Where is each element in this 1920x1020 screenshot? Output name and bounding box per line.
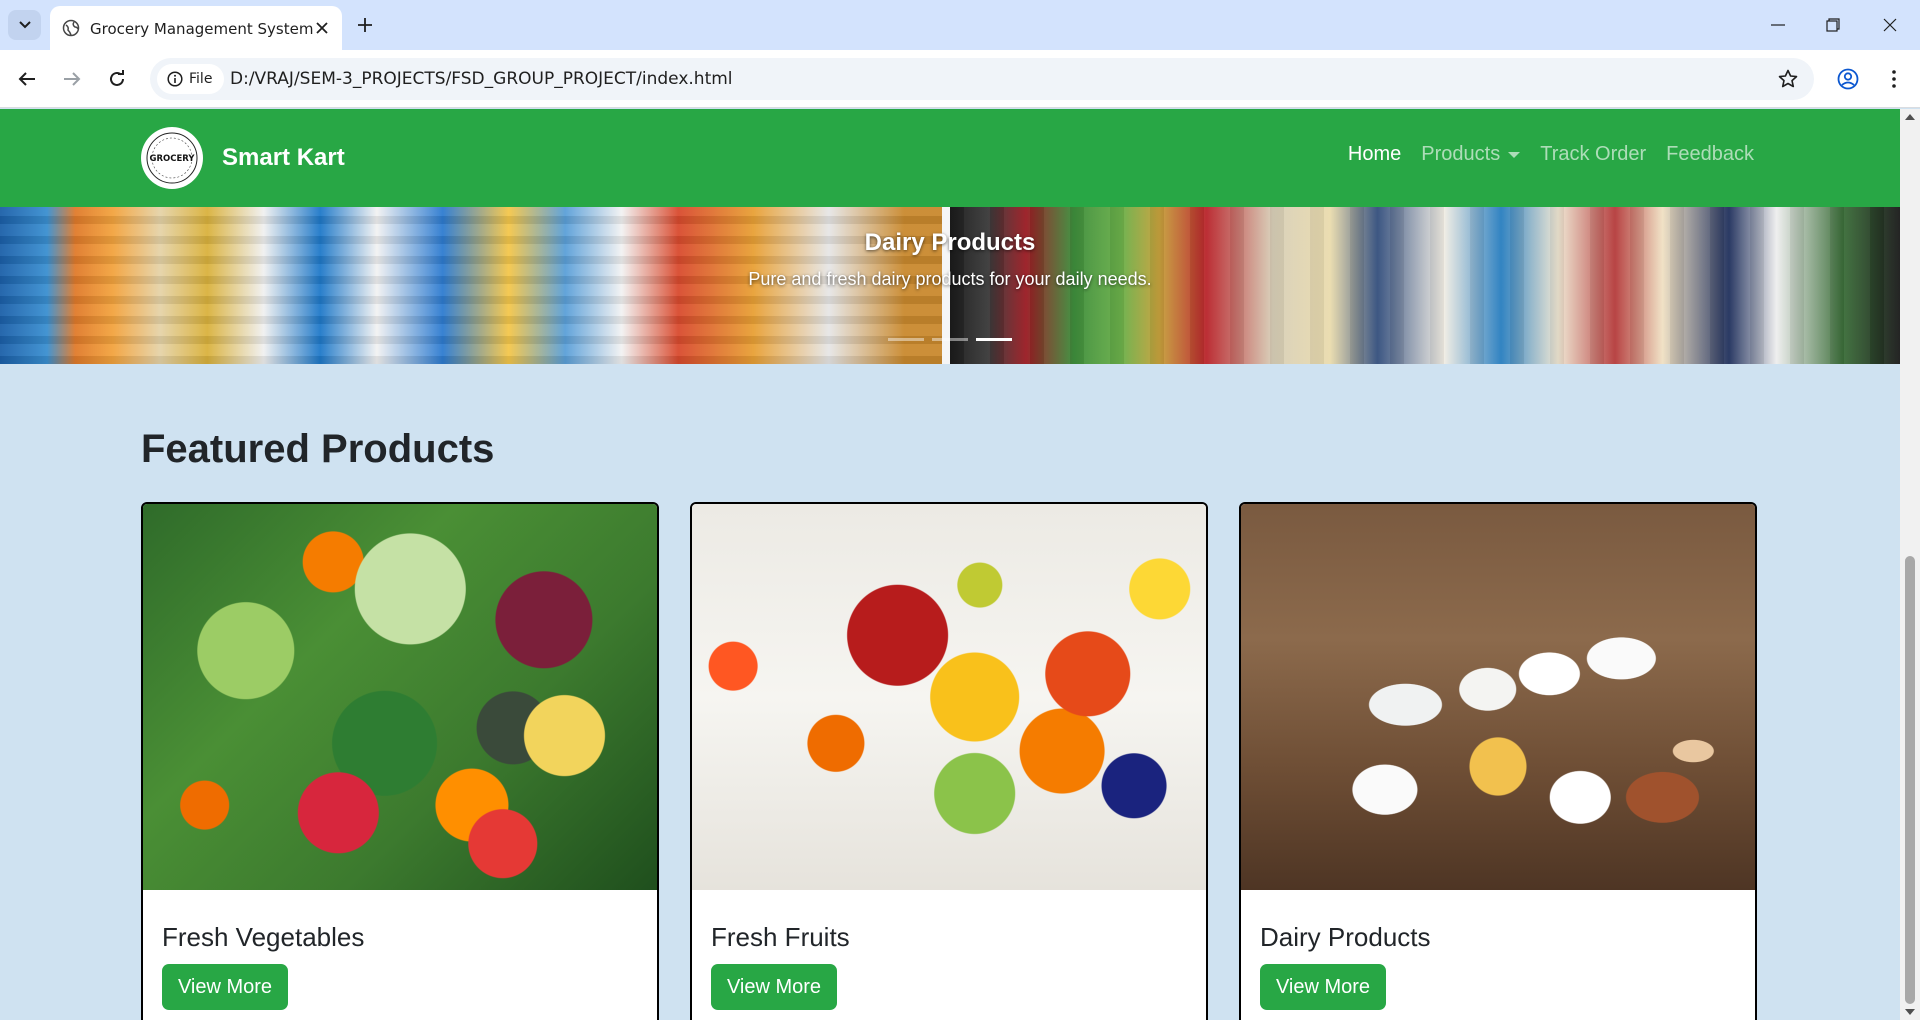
back-icon[interactable]	[11, 63, 43, 95]
view-more-button-dairy[interactable]: View More	[1260, 964, 1386, 1010]
tab-search-button[interactable]	[8, 10, 41, 40]
card-title: Fresh Vegetables	[162, 922, 365, 952]
scrollbar-thumb[interactable]	[1905, 556, 1915, 1004]
view-more-button-fruits[interactable]: View More	[711, 964, 837, 1010]
view-more-button-vegetables[interactable]: View More	[162, 964, 288, 1010]
card-title: Fresh Fruits	[711, 922, 850, 952]
close-window-icon[interactable]	[1870, 10, 1910, 40]
fruits-image	[692, 504, 1206, 890]
reload-icon[interactable]	[101, 63, 133, 95]
restore-icon[interactable]	[1813, 10, 1853, 40]
carousel-indicator-1[interactable]	[888, 338, 924, 341]
page-viewport: GROCERY Smart Kart Home Products Track O…	[0, 109, 1900, 1020]
brand-name[interactable]: Smart Kart	[222, 144, 345, 172]
forward-icon[interactable]	[56, 63, 88, 95]
site-info-chip[interactable]: File	[157, 64, 225, 94]
profile-icon[interactable]	[1832, 63, 1864, 95]
new-tab-icon[interactable]	[352, 12, 378, 38]
product-card-vegetables: Fresh Vegetables View More	[141, 502, 659, 1020]
carousel-caption-title: Dairy Products	[864, 229, 1036, 256]
product-card-fruits: Fresh Fruits View More	[690, 502, 1208, 1020]
browser-tabstrip: Grocery Management System	[0, 0, 1920, 50]
info-icon	[167, 71, 183, 87]
minimize-icon[interactable]	[1758, 10, 1798, 40]
tab-title: Grocery Management System	[90, 20, 314, 38]
page-scrollbar[interactable]	[1900, 109, 1920, 1020]
featured-heading: Featured Products	[141, 427, 495, 471]
browser-toolbar: File D:/VRAJ/SEM-3_PROJECTS/FSD_GROUP_PR…	[0, 50, 1920, 108]
close-tab-icon[interactable]	[312, 18, 332, 38]
carousel-caption: Dairy Products Pure and fresh dairy prod…	[0, 229, 1900, 290]
caret-down-icon	[1508, 151, 1521, 158]
browser-tab-active[interactable]: Grocery Management System	[50, 6, 342, 50]
brand-logo[interactable]: GROCERY	[141, 127, 203, 189]
grocery-logo-icon: GROCERY	[146, 132, 198, 184]
nav-home[interactable]: Home	[1348, 143, 1401, 166]
vegetables-image	[143, 504, 657, 890]
address-bar[interactable]: File D:/VRAJ/SEM-3_PROJECTS/FSD_GROUP_PR…	[150, 58, 1814, 100]
nav-links: Home Products Track Order Feedback	[1348, 143, 1754, 166]
browser-menu-icon[interactable]	[1878, 63, 1910, 95]
site-navbar: GROCERY Smart Kart Home Products Track O…	[0, 109, 1900, 207]
site-chip-label: File	[189, 71, 213, 87]
carousel-caption-text: Pure and fresh dairy products for your d…	[748, 269, 1152, 289]
card-title: Dairy Products	[1260, 922, 1431, 952]
carousel-indicator-2[interactable]	[932, 338, 968, 341]
bookmark-star-icon[interactable]	[1776, 67, 1800, 91]
scroll-up-arrow-icon[interactable]	[1904, 113, 1916, 121]
url-text[interactable]: D:/VRAJ/SEM-3_PROJECTS/FSD_GROUP_PROJECT…	[230, 69, 733, 89]
carousel-indicators	[888, 338, 1012, 341]
nav-products-label: Products	[1421, 143, 1501, 165]
nav-products-dropdown[interactable]: Products	[1421, 143, 1521, 166]
globe-icon	[62, 19, 80, 37]
product-card-dairy: Dairy Products View More	[1239, 502, 1757, 1020]
scroll-down-arrow-icon[interactable]	[1904, 1008, 1916, 1016]
nav-track-order[interactable]: Track Order	[1540, 143, 1646, 166]
logo-text: GROCERY	[149, 154, 195, 164]
dairy-image	[1241, 504, 1755, 890]
hero-carousel[interactable]: Dairy Products Pure and fresh dairy prod…	[0, 207, 1900, 364]
chevron-down-icon	[18, 21, 31, 29]
nav-feedback[interactable]: Feedback	[1666, 143, 1754, 166]
carousel-indicator-3[interactable]	[976, 338, 1012, 341]
